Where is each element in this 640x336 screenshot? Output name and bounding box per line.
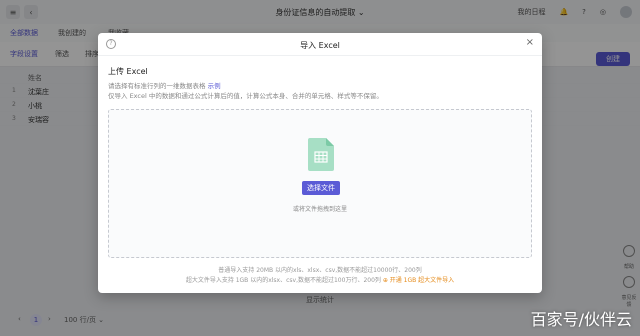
drag-hint: 或将文件拖拽到这里 xyxy=(292,206,347,213)
watermark: 百家号/伙伴云 xyxy=(530,310,632,329)
upload-section-title: 上传 Excel xyxy=(108,67,148,76)
upload-description: 请选择有标准行列的一维数据表格 示例 xyxy=(108,80,221,90)
dialog-title: 导入 Excel xyxy=(300,41,340,50)
close-icon[interactable]: × xyxy=(526,37,534,48)
description-text: 请选择有标准行列的一维数据表格 xyxy=(108,82,206,90)
import-excel-dialog: ? 导入 Excel × 上传 Excel 请选择有标准行列的一维数据表格 示例… xyxy=(98,33,542,293)
choose-file-button[interactable]: 选择文件 xyxy=(302,181,340,195)
upgrade-large-file-link[interactable]: ⊕ 开通 1GB 超大文件导入 xyxy=(383,277,454,284)
dialog-header: ? 导入 Excel × xyxy=(98,33,542,56)
upgrade-link-label[interactable]: 开通 1GB 超大文件导入 xyxy=(390,277,454,284)
large-file-text: 超大文件导入支持 1GB 以内的xlsx、csv,数据不能超过100万行、200… xyxy=(185,277,381,284)
import-limit-note: 普通导入支持 20MB 以内的xls、xlsx、csv,数据不能超过10000行… xyxy=(218,267,422,274)
large-file-note: 超大文件导入支持 1GB 以内的xlsx、csv,数据不能超过100万行、200… xyxy=(98,275,542,284)
spreadsheet-file-icon xyxy=(308,138,334,171)
example-link[interactable]: 示例 xyxy=(208,82,221,90)
import-notice: 仅导入 Excel 中的数据和通过公式计算后的值，计算公式本身、合并的单元格、样… xyxy=(108,92,383,100)
file-drop-zone[interactable]: 选择文件 或将文件拖拽到这里 xyxy=(108,109,532,258)
